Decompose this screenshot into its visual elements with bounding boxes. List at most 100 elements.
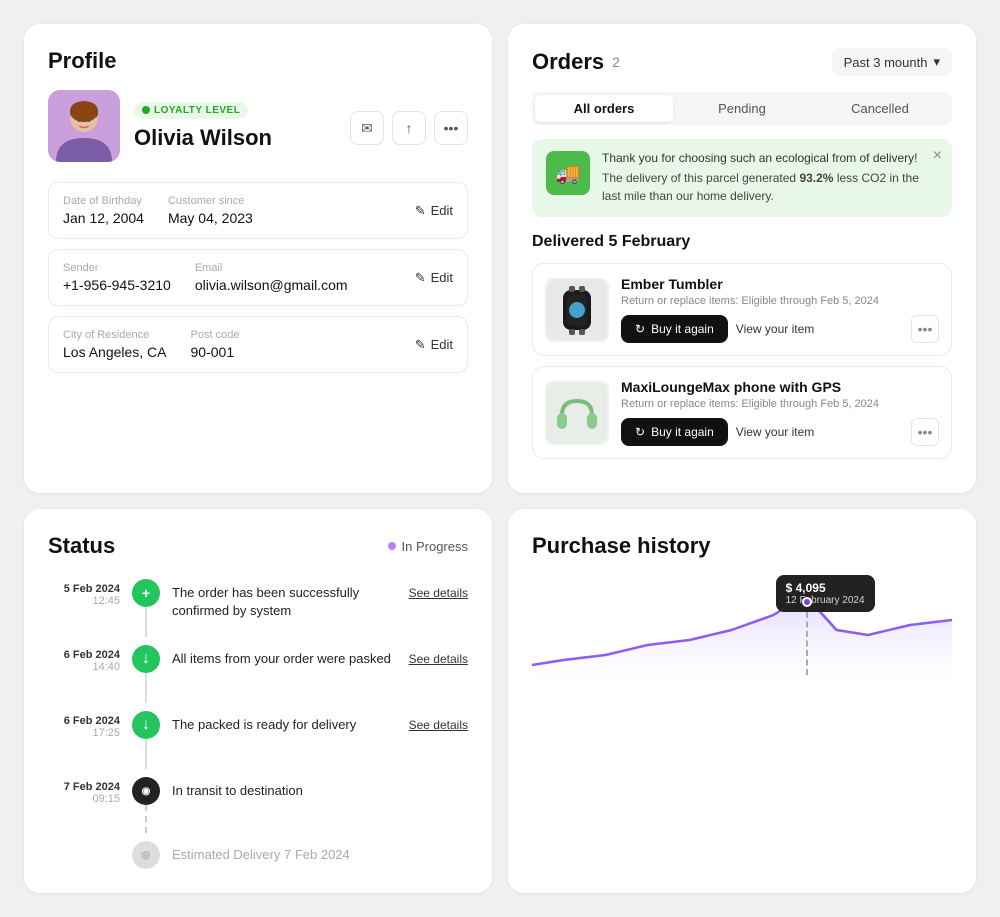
order-return-2: Return or replace items: Eligible throug…: [621, 398, 939, 410]
more-order-button-2[interactable]: •••: [911, 418, 939, 446]
edit-contact-button[interactable]: ✎ Edit: [415, 270, 453, 286]
sender-label: Sender: [63, 262, 171, 274]
orders-title: Orders: [532, 49, 604, 75]
profile-header: LOYALTY LEVEL Olivia Wilson ✉ ↑ •••: [48, 90, 468, 162]
tl-icon-3: ◉: [132, 777, 160, 805]
order-details-2: MaxiLoungeMax phone with GPS Return or r…: [621, 379, 939, 446]
tl-text-3: In transit to destination: [172, 777, 458, 800]
address-fields: City of Residence Los Angeles, CA Post c…: [63, 329, 407, 360]
tl-icon-col-2: ↓: [130, 711, 162, 769]
status-text: In Progress: [402, 539, 468, 554]
timeline: 5 Feb 2024 12:45 + The order has been su…: [48, 579, 468, 869]
order-tabs: All orders Pending Cancelled: [532, 92, 952, 125]
share-button[interactable]: ↑: [392, 111, 426, 145]
city-value: Los Angeles, CA: [63, 344, 167, 360]
tl-icon-col-0: +: [130, 579, 162, 637]
tl-link-2[interactable]: See details: [409, 711, 468, 732]
eco-desc-pre: The delivery of this parcel generated: [602, 171, 799, 185]
email-icon: ✉: [361, 120, 373, 137]
chart-area: $ 4,095 12 February 2024: [532, 575, 952, 685]
customer-since-field: Customer since May 04, 2023: [168, 195, 253, 226]
profile-card: Profile LOYALTY LEVEL Oli: [24, 24, 492, 493]
edit-pencil-icon: ✎: [415, 203, 426, 219]
tl-line-2: [145, 739, 147, 769]
status-title: Status: [48, 533, 115, 559]
tl-line-0: [145, 607, 147, 637]
tab-all-orders[interactable]: All orders: [535, 95, 673, 122]
delivered-label: Delivered 5 February: [532, 233, 952, 251]
sender-value: +1-956-945-3210: [63, 277, 171, 293]
purchase-history-title: Purchase history: [532, 533, 952, 559]
address-row: City of Residence Los Angeles, CA Post c…: [48, 316, 468, 373]
tl-link-1[interactable]: See details: [409, 645, 468, 666]
dob-label: Date of Birthday: [63, 195, 144, 207]
purchase-history-card: Purchase history $ 4,095 12 February 202…: [508, 509, 976, 893]
filter-button[interactable]: Past 3 mounth ▾: [832, 48, 952, 76]
tl-icon-1: ↓: [132, 645, 160, 673]
chevron-down-icon: ▾: [933, 54, 940, 70]
edit-dob-button[interactable]: ✎ Edit: [415, 203, 453, 219]
status-header: Status In Progress: [48, 533, 468, 559]
tl-link-0[interactable]: See details: [409, 579, 468, 600]
tl-icon-2: ↓: [132, 711, 160, 739]
email-field: Email olivia.wilson@gmail.com: [195, 262, 348, 293]
city-field: City of Residence Los Angeles, CA: [63, 329, 167, 360]
eco-close-button[interactable]: ×: [933, 147, 942, 165]
tab-pending[interactable]: Pending: [673, 95, 811, 122]
edit-address-button[interactable]: ✎ Edit: [415, 337, 453, 353]
email-button[interactable]: ✉: [350, 111, 384, 145]
tl-time-1: 6 Feb 2024 14:40: [48, 645, 120, 673]
contact-fields: Sender +1-956-945-3210 Email olivia.wils…: [63, 262, 407, 293]
order-item-1: Ember Tumbler Return or replace items: E…: [532, 263, 952, 356]
chart-svg: [532, 575, 952, 675]
postcode-value: 90-001: [191, 344, 240, 360]
profile-title: Profile: [48, 48, 468, 74]
customer-since-label: Customer since: [168, 195, 253, 207]
postcode-label: Post code: [191, 329, 240, 341]
chart-tooltip: $ 4,095 12 February 2024: [776, 575, 875, 612]
eco-desc: The delivery of this parcel generated 93…: [602, 169, 938, 205]
more-icon: •••: [444, 120, 459, 136]
order-return-1: Return or replace items: Eligible throug…: [621, 295, 939, 307]
timeline-item-1: 6 Feb 2024 14:40 ↓ All items from your o…: [48, 645, 468, 703]
tl-text-4: Estimated Delivery 7 Feb 2024: [172, 841, 458, 864]
sender-field: Sender +1-956-945-3210: [63, 262, 171, 293]
dob-value: Jan 12, 2004: [63, 210, 144, 226]
dob-fields: Date of Birthday Jan 12, 2004 Customer s…: [63, 195, 407, 226]
order-name-1: Ember Tumbler: [621, 276, 939, 292]
tl-text-2: The packed is ready for delivery: [172, 711, 399, 734]
view-item-button-2[interactable]: View your item: [736, 425, 814, 439]
more-options-button[interactable]: •••: [434, 111, 468, 145]
ellipsis-icon-1: •••: [918, 321, 933, 337]
eco-desc-mid: less CO2: [833, 171, 886, 185]
view-item-button-1[interactable]: View your item: [736, 322, 814, 336]
profile-info: LOYALTY LEVEL Olivia Wilson: [134, 101, 336, 151]
tl-icon-4: ◎: [132, 841, 160, 869]
eco-truck-icon: 🚚: [546, 151, 590, 195]
edit-pencil-icon2: ✎: [415, 270, 426, 286]
tl-time-3: 7 Feb 2024 09:15: [48, 777, 120, 805]
tl-time-2: 6 Feb 2024 17:25: [48, 711, 120, 739]
eco-banner: 🚚 Thank you for choosing such an ecologi…: [532, 139, 952, 217]
email-value: olivia.wilson@gmail.com: [195, 277, 348, 293]
more-order-button-1[interactable]: •••: [911, 315, 939, 343]
tl-icon-col-1: ↓: [130, 645, 162, 703]
eco-text: Thank you for choosing such an ecologica…: [602, 151, 938, 205]
tooltip-amount: $ 4,095: [786, 581, 865, 595]
tl-line-3: [145, 805, 147, 833]
order-actions-1: ↻ Buy it again View your item •••: [621, 315, 939, 343]
loyalty-badge: LOYALTY LEVEL: [134, 102, 248, 119]
buy-again-button-1[interactable]: ↻ Buy it again: [621, 315, 728, 343]
profile-actions: ✉ ↑ •••: [350, 107, 468, 145]
tab-cancelled[interactable]: Cancelled: [811, 95, 949, 122]
email-label: Email: [195, 262, 348, 274]
tl-icon-col-3: ◉: [130, 777, 162, 833]
status-dot: [388, 542, 396, 550]
tl-icon-col-4: ◎: [130, 841, 162, 869]
postcode-field: Post code 90-001: [191, 329, 240, 360]
refresh-icon-2: ↻: [635, 425, 645, 439]
profile-name: Olivia Wilson: [134, 125, 336, 151]
edit-pencil-icon3: ✎: [415, 337, 426, 353]
buy-again-button-2[interactable]: ↻ Buy it again: [621, 418, 728, 446]
tl-line-1: [145, 673, 147, 703]
